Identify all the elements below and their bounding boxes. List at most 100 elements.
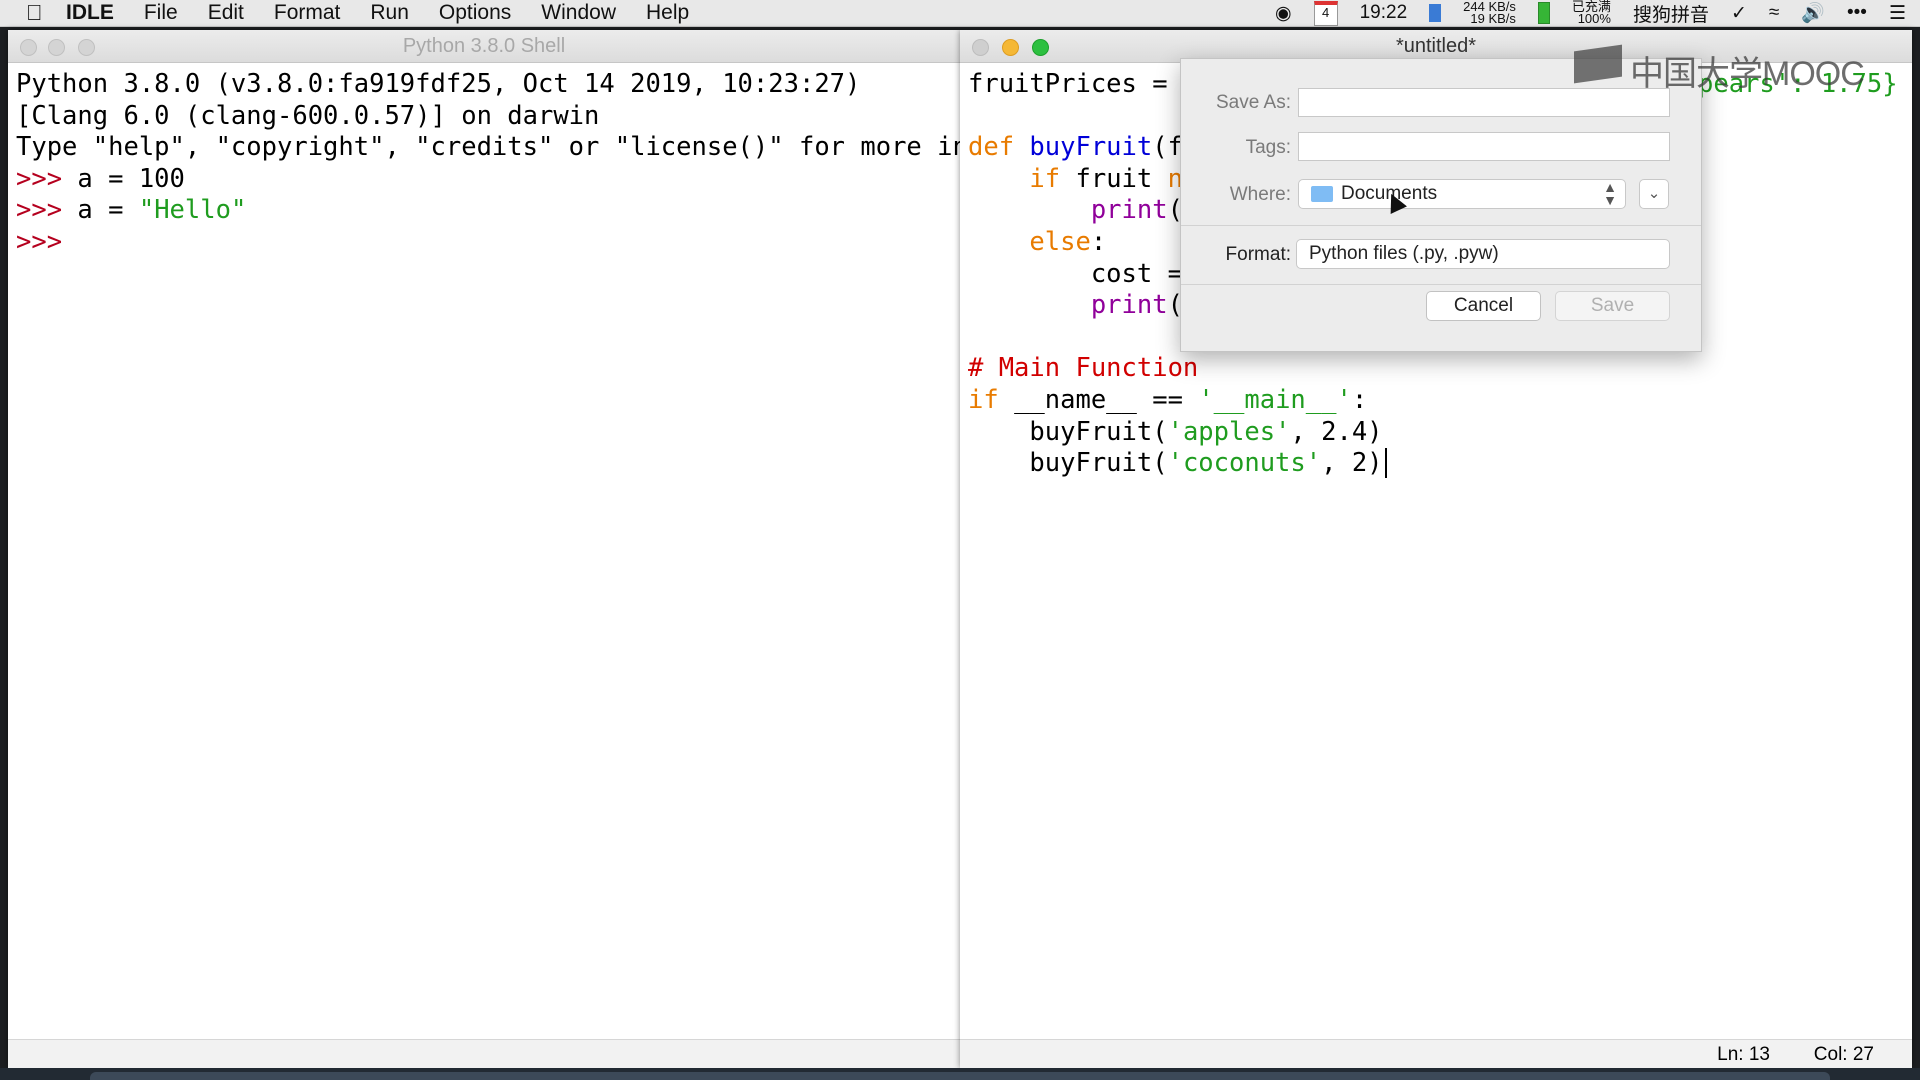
- code-text: __name__ ==: [998, 384, 1199, 415]
- code-text: cost =: [1090, 258, 1183, 289]
- monitor-icon: [1429, 4, 1442, 22]
- menu-run[interactable]: Run: [370, 1, 409, 25]
- shell-window: Python 3.8.0 Shell Python 3.8.0 (v3.8.0:…: [8, 30, 984, 1068]
- more-icon[interactable]: •••: [1847, 2, 1867, 24]
- banner-line: Python 3.8.0 (v3.8.0:fa919fdf25, Oct 14 …: [16, 69, 861, 99]
- code-keyword: if: [968, 384, 999, 415]
- close-button[interactable]: [20, 39, 37, 56]
- editor-statusbar: Ln: 13 Col: 27: [960, 1039, 1912, 1068]
- notification-center-icon[interactable]: ☰: [1889, 2, 1906, 25]
- code-text: , 2.4): [1290, 416, 1383, 447]
- battery-info: 已充满 100%: [1572, 0, 1611, 26]
- code-text: fruitPrices =: [968, 69, 1183, 99]
- code-builtin: print: [1090, 195, 1168, 226]
- close-button[interactable]: [972, 39, 989, 56]
- shell-text[interactable]: Python 3.8.0 (v3.8.0:fa919fdf25, Oct 14 …: [8, 63, 984, 259]
- code-line: buyFruit('coconuts', 2): [968, 448, 1912, 480]
- app-tray-icon[interactable]: ◉: [1275, 2, 1292, 25]
- column-number: Col: 27: [1813, 1044, 1874, 1065]
- battery-percent: 100%: [1577, 11, 1611, 26]
- status-tray: ◉ 4 19:22 244 KB/s 19 KB/s 已充满 100% 搜狗拼音 ✓…: [1275, 0, 1906, 26]
- zoom-button[interactable]: [1032, 39, 1049, 56]
- code-keyword: def: [968, 132, 1015, 163]
- line-number: Ln: 13: [1717, 1044, 1770, 1065]
- where-label: Where:: [1229, 184, 1291, 205]
- menu-window[interactable]: Window: [541, 1, 616, 25]
- dock: [0, 1068, 1920, 1080]
- code-string: '__main__': [1198, 384, 1352, 415]
- shell-input-line: >>> a = "Hello": [16, 195, 960, 227]
- code-string: 'coconuts': [1167, 448, 1322, 479]
- code-text: :: [1090, 226, 1107, 257]
- editor-title: *untitled*: [1395, 35, 1477, 57]
- shell-input-line: >>>: [16, 227, 960, 259]
- wifi-icon[interactable]: ≈: [1769, 2, 1779, 24]
- net-down: 19 KB/s: [1470, 11, 1516, 26]
- menu-app-name[interactable]: IDLE: [66, 1, 114, 25]
- menu-format[interactable]: Format: [274, 1, 341, 25]
- code-builtin: print: [1090, 290, 1168, 321]
- code-text: , 2): [1321, 448, 1383, 479]
- format-value: Python files (.py, .pyw): [1309, 243, 1499, 264]
- zoom-button[interactable]: [78, 39, 95, 56]
- shell-titlebar[interactable]: Python 3.8.0 Shell: [8, 30, 960, 63]
- code-text: (f: [1152, 132, 1183, 163]
- format-label: Format:: [1225, 244, 1291, 265]
- tags-label: Tags:: [1245, 137, 1291, 158]
- volume-icon[interactable]: 🔊: [1801, 1, 1825, 25]
- code-line: if __name__ == '__main__':: [968, 385, 1912, 417]
- cancel-button[interactable]: Cancel: [1426, 291, 1541, 321]
- clock[interactable]: 19:22: [1360, 2, 1408, 24]
- menu-bar:  IDLE File Edit Format Run Options Wind…: [0, 0, 1920, 27]
- shell-command: a =: [77, 195, 139, 226]
- code-comment: # Main Function: [968, 353, 1199, 384]
- updown-chevron-icon: ▲ ▼: [1603, 179, 1617, 208]
- divider: [1181, 284, 1701, 285]
- code-text: :: [1351, 384, 1368, 415]
- text-cursor: [1384, 448, 1387, 479]
- save-button[interactable]: Save: [1555, 291, 1670, 321]
- minimize-button[interactable]: [1002, 39, 1019, 56]
- code-string: 'apples': [1167, 416, 1291, 447]
- save-dialog: Save As: Tags: Where: Documents ▲ ▼ ⌄ For…: [1180, 58, 1702, 352]
- menu-help[interactable]: Help: [646, 1, 689, 25]
- divider: [1181, 225, 1701, 226]
- shell-string: "Hello": [138, 195, 247, 226]
- dock-bar: [90, 1072, 1830, 1080]
- menu-file[interactable]: File: [144, 1, 178, 25]
- shell-prompt: >>>: [16, 195, 63, 226]
- code-text: buyFruit(: [1029, 416, 1168, 447]
- code-line: buyFruit('apples', 2.4): [968, 417, 1912, 449]
- code-text: buyFruit(: [1029, 448, 1168, 479]
- menu-edit[interactable]: Edit: [208, 1, 244, 25]
- shell-title: Python 3.8.0 Shell: [402, 35, 566, 57]
- menu-options[interactable]: Options: [439, 1, 511, 25]
- banner-line: Type "help", "copyright", "credits" or "…: [16, 132, 984, 163]
- network-speed: 244 KB/s 19 KB/s: [1463, 0, 1516, 26]
- folder-icon: [1311, 186, 1333, 202]
- shell-command: a = 100: [77, 163, 185, 194]
- watermark: 中国大学MOOC: [1630, 55, 1865, 93]
- format-popup[interactable]: Python files (.py, .pyw): [1296, 239, 1670, 269]
- battery-icon: [1537, 2, 1550, 24]
- input-method[interactable]: 搜狗拼音: [1633, 0, 1709, 27]
- save-as-input[interactable]: [1298, 88, 1670, 117]
- shell-prompt: >>>: [16, 163, 63, 194]
- calendar-icon[interactable]: 4: [1313, 0, 1338, 26]
- shell-prompt: >>>: [16, 226, 63, 257]
- expand-dialog-button[interactable]: ⌄: [1639, 179, 1669, 209]
- minimize-button[interactable]: [48, 39, 65, 56]
- code-line: # Main Function: [968, 353, 1912, 385]
- shell-statusbar: [8, 1039, 960, 1068]
- where-popup[interactable]: Documents ▲ ▼: [1298, 179, 1626, 209]
- apple-icon[interactable]: : [26, 0, 66, 26]
- save-as-label: Save As:: [1216, 92, 1291, 113]
- code-def-name: buyFruit: [1029, 132, 1153, 163]
- code-keyword: else: [1029, 226, 1091, 257]
- banner-line: [Clang 6.0 (clang-600.0.57)] on darwin: [16, 100, 600, 131]
- shell-input-line: >>> a = 100: [16, 164, 960, 196]
- code-text: fruit: [1060, 163, 1168, 194]
- tags-input[interactable]: [1298, 132, 1670, 161]
- code-keyword: if: [1029, 163, 1061, 194]
- vpn-icon[interactable]: ✓: [1731, 2, 1747, 25]
